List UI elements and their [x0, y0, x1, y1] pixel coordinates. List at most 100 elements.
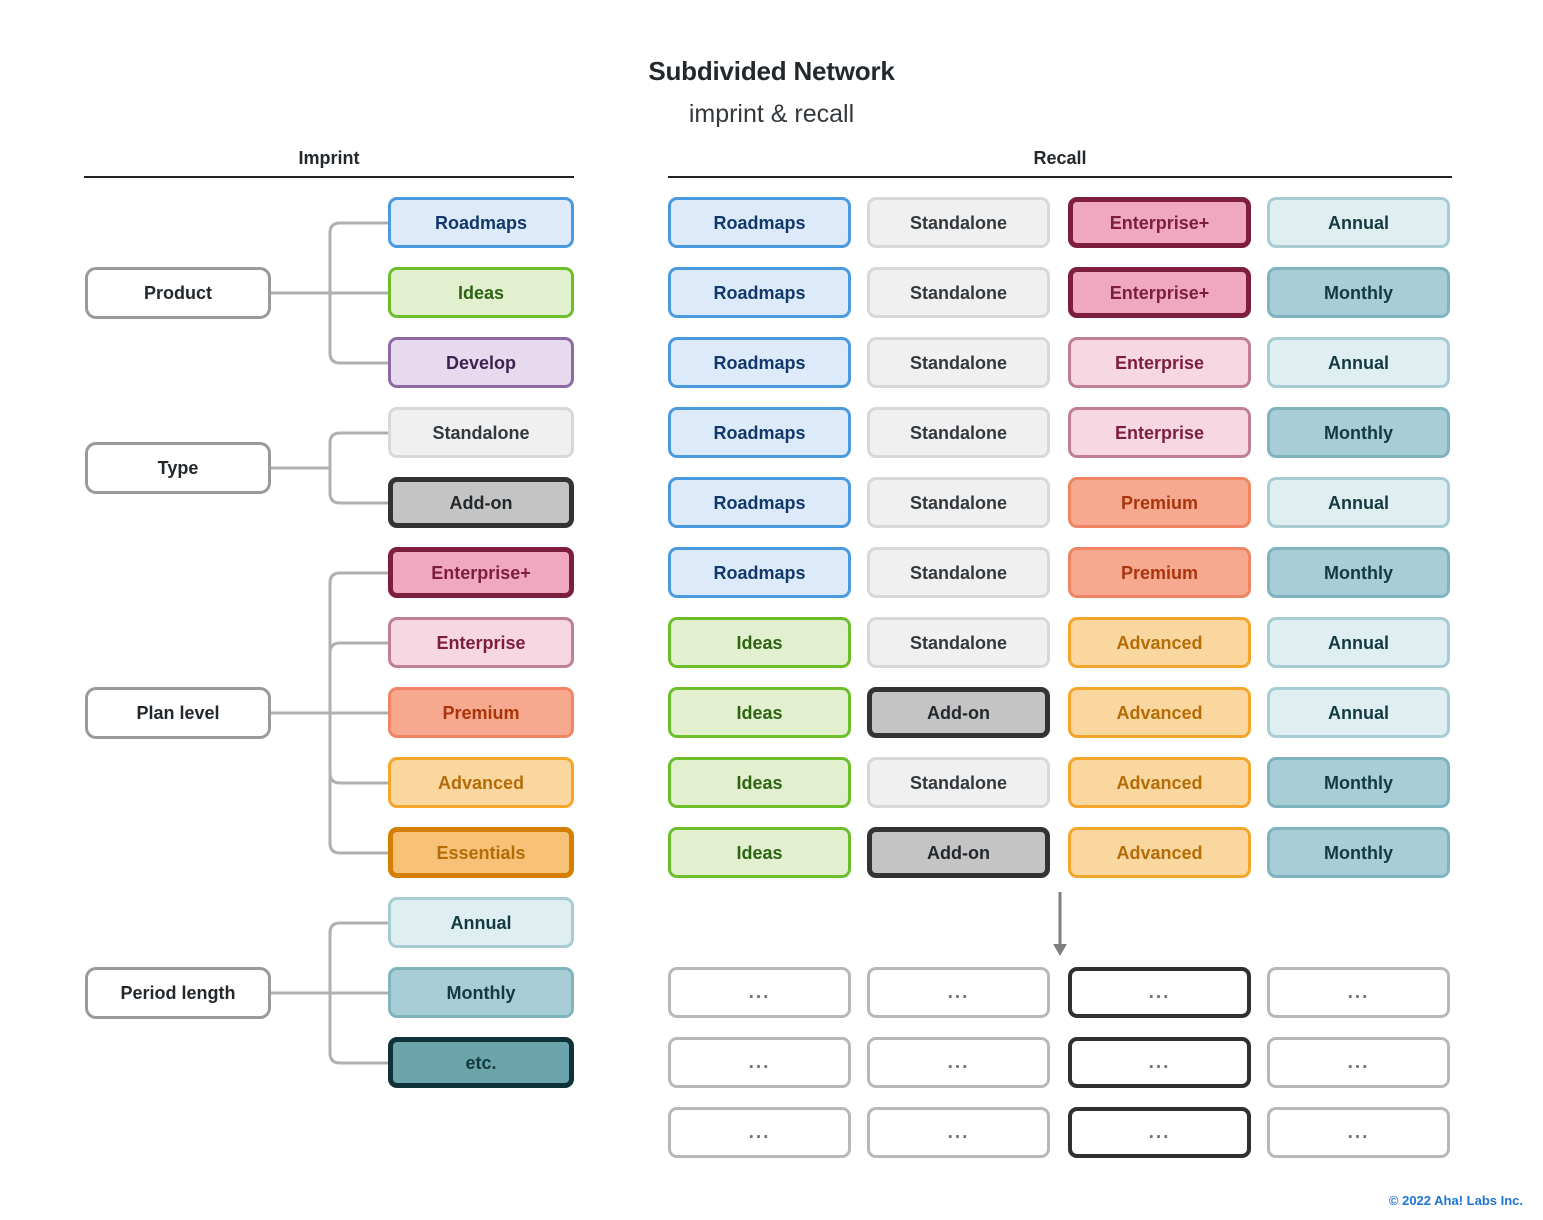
node-label: ...: [748, 1122, 771, 1143]
node-label: Roadmaps: [713, 422, 806, 443]
recall-cell-ideas[interactable]: Ideas: [668, 757, 851, 808]
node-label: Standalone: [909, 352, 1007, 373]
recall-cell-monthly[interactable]: Monthly: [1267, 827, 1450, 878]
recall-cell-add-on[interactable]: Add-on: [867, 687, 1050, 738]
recall-cell-premium[interactable]: Premium: [1068, 477, 1251, 528]
node-label: Enterprise: [1114, 422, 1205, 443]
node-label: Roadmaps: [713, 212, 806, 233]
node-label: ...: [1148, 1052, 1171, 1073]
connector-group-plan-level: [271, 567, 388, 859]
recall-cell-add-on[interactable]: Add-on: [867, 827, 1050, 878]
recall-cell-ideas[interactable]: Ideas: [668, 687, 851, 738]
recall-placeholder-cell[interactable]: ...: [1267, 1037, 1450, 1088]
imprint-node-monthly[interactable]: Monthly: [388, 967, 574, 1018]
node-label: ...: [947, 1052, 970, 1073]
node-label: Enterprise+: [431, 562, 531, 583]
node-label: Standalone: [909, 422, 1007, 443]
recall-cell-standalone[interactable]: Standalone: [867, 197, 1050, 248]
node-label: Standalone: [909, 562, 1007, 583]
node-label: Monthly: [1324, 422, 1393, 443]
recall-cell-standalone[interactable]: Standalone: [867, 407, 1050, 458]
recall-cell-enterprise[interactable]: Enterprise+: [1068, 197, 1251, 248]
imprint-node-annual[interactable]: Annual: [388, 897, 574, 948]
recall-cell-ideas[interactable]: Ideas: [668, 617, 851, 668]
node-label: Premium: [442, 702, 520, 723]
imprint-node-add-on[interactable]: Add-on: [388, 477, 574, 528]
diagram-canvas: Subdivided Network imprint & recall Impr…: [0, 0, 1543, 1220]
node-label: Essentials: [436, 842, 526, 863]
recall-cell-advanced[interactable]: Advanced: [1068, 687, 1251, 738]
recall-cell-roadmaps[interactable]: Roadmaps: [668, 337, 851, 388]
node-label: ...: [947, 982, 970, 1003]
imprint-node-advanced[interactable]: Advanced: [388, 757, 574, 808]
imprint-parent-period-length[interactable]: Period length: [85, 967, 271, 1019]
recall-placeholder-cell[interactable]: ...: [668, 967, 851, 1018]
recall-cell-annual[interactable]: Annual: [1267, 337, 1450, 388]
recall-cell-annual[interactable]: Annual: [1267, 687, 1450, 738]
recall-cell-annual[interactable]: Annual: [1267, 197, 1450, 248]
recall-cell-advanced[interactable]: Advanced: [1068, 617, 1251, 668]
recall-cell-advanced[interactable]: Advanced: [1068, 827, 1251, 878]
imprint-node-develop[interactable]: Develop: [388, 337, 574, 388]
recall-cell-roadmaps[interactable]: Roadmaps: [668, 197, 851, 248]
recall-cell-standalone[interactable]: Standalone: [867, 477, 1050, 528]
imprint-node-enterprise[interactable]: Enterprise: [388, 617, 574, 668]
node-label: Roadmaps: [713, 492, 806, 513]
imprint-node-standalone[interactable]: Standalone: [388, 407, 574, 458]
recall-cell-ideas[interactable]: Ideas: [668, 827, 851, 878]
recall-placeholder-cell[interactable]: ...: [867, 967, 1050, 1018]
imprint-node-ideas[interactable]: Ideas: [388, 267, 574, 318]
recall-placeholder-cell[interactable]: ...: [1267, 1107, 1450, 1158]
recall-cell-monthly[interactable]: Monthly: [1267, 547, 1450, 598]
recall-cell-premium[interactable]: Premium: [1068, 547, 1251, 598]
imprint-node-essentials[interactable]: Essentials: [388, 827, 574, 878]
imprint-node-enterprise[interactable]: Enterprise+: [388, 547, 574, 598]
imprint-parent-product[interactable]: Product: [85, 267, 271, 319]
recall-cell-roadmaps[interactable]: Roadmaps: [668, 477, 851, 528]
recall-cell-advanced[interactable]: Advanced: [1068, 757, 1251, 808]
recall-cell-enterprise[interactable]: Enterprise: [1068, 407, 1251, 458]
recall-placeholder-cell[interactable]: ...: [668, 1037, 851, 1088]
recall-placeholder-cell[interactable]: ...: [1068, 1107, 1251, 1158]
recall-cell-standalone[interactable]: Standalone: [867, 757, 1050, 808]
recall-cell-standalone[interactable]: Standalone: [867, 337, 1050, 388]
node-label: Annual: [1328, 702, 1389, 723]
recall-cell-enterprise[interactable]: Enterprise+: [1068, 267, 1251, 318]
recall-cell-standalone[interactable]: Standalone: [867, 547, 1050, 598]
recall-cell-annual[interactable]: Annual: [1267, 477, 1450, 528]
recall-cell-monthly[interactable]: Monthly: [1267, 267, 1450, 318]
recall-cell-monthly[interactable]: Monthly: [1267, 407, 1450, 458]
node-label: Standalone: [909, 632, 1007, 653]
node-label: ...: [947, 1122, 970, 1143]
recall-placeholder-cell[interactable]: ...: [867, 1107, 1050, 1158]
node-label: Develop: [445, 352, 517, 373]
imprint-parent-plan-level[interactable]: Plan level: [85, 687, 271, 739]
node-label: ...: [1347, 1052, 1370, 1073]
node-label: Ideas: [736, 772, 783, 793]
connector-group-period-length: [271, 917, 388, 1069]
recall-cell-monthly[interactable]: Monthly: [1267, 757, 1450, 808]
recall-placeholder-cell[interactable]: ...: [668, 1107, 851, 1158]
node-label: ...: [1347, 1122, 1370, 1143]
recall-cell-standalone[interactable]: Standalone: [867, 267, 1050, 318]
imprint-node-etc[interactable]: etc.: [388, 1037, 574, 1088]
node-label: Enterprise+: [1109, 212, 1210, 233]
node-label: ...: [1148, 1122, 1171, 1143]
recall-cell-roadmaps[interactable]: Roadmaps: [668, 547, 851, 598]
node-label: Advanced: [437, 772, 525, 793]
recall-placeholder-cell[interactable]: ...: [867, 1037, 1050, 1088]
node-label: Monthly: [446, 982, 516, 1003]
recall-placeholder-cell[interactable]: ...: [1267, 967, 1450, 1018]
recall-cell-enterprise[interactable]: Enterprise: [1068, 337, 1251, 388]
recall-placeholder-cell[interactable]: ...: [1068, 967, 1251, 1018]
recall-cell-roadmaps[interactable]: Roadmaps: [668, 407, 851, 458]
imprint-node-roadmaps[interactable]: Roadmaps: [388, 197, 574, 248]
recall-cell-annual[interactable]: Annual: [1267, 617, 1450, 668]
imprint-parent-type[interactable]: Type: [85, 442, 271, 494]
node-label: Monthly: [1324, 842, 1393, 863]
recall-cell-standalone[interactable]: Standalone: [867, 617, 1050, 668]
recall-cell-roadmaps[interactable]: Roadmaps: [668, 267, 851, 318]
recall-placeholder-cell[interactable]: ...: [1068, 1037, 1251, 1088]
imprint-node-premium[interactable]: Premium: [388, 687, 574, 738]
node-label: Premium: [1120, 562, 1199, 583]
